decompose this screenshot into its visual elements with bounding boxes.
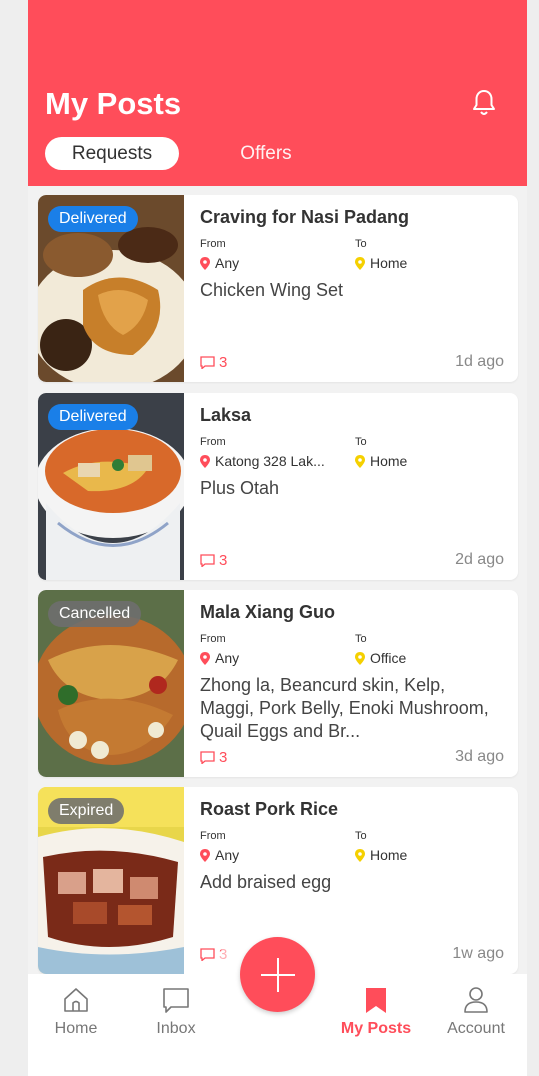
nav-home[interactable]: Home	[31, 986, 121, 1038]
status-badge: Cancelled	[48, 601, 142, 627]
post-title: Craving for Nasi Padang	[200, 207, 410, 227]
nav-inbox[interactable]: Inbox	[131, 986, 221, 1038]
to-location: Home	[355, 255, 407, 271]
status-badge: Delivered	[48, 206, 138, 232]
location-pin-icon	[200, 256, 210, 270]
post-title: Roast Pork Rice	[200, 799, 339, 819]
location-pin-icon	[355, 256, 365, 270]
post-time: 1w ago	[452, 945, 504, 962]
to-label: To	[355, 633, 367, 645]
post-description: Chicken Wing Set	[200, 280, 344, 300]
from-value: Katong 328 Lak...	[215, 453, 325, 469]
page-title: My Posts	[45, 86, 182, 121]
comment-count[interactable]: 3	[200, 354, 227, 371]
bookmark-icon	[366, 988, 386, 1013]
to-value: Home	[370, 255, 408, 271]
comment-count[interactable]: 3	[200, 749, 227, 766]
from-label: From	[200, 436, 226, 448]
post-description: Plus Otah	[200, 478, 280, 498]
plus-icon	[260, 957, 295, 992]
tab-requests[interactable]: Requests	[45, 137, 179, 170]
location-pin-icon	[200, 651, 210, 665]
from-location: Any	[200, 650, 239, 666]
location-pin-icon	[200, 848, 210, 862]
food-photo: Delivered	[38, 393, 184, 580]
comment-icon	[200, 356, 215, 369]
from-location: Any	[200, 255, 239, 271]
home-icon	[64, 988, 88, 1012]
location-pin-icon	[355, 454, 365, 468]
inbox-icon	[163, 988, 189, 1013]
status-badge: Delivered	[48, 404, 138, 430]
comment-icon	[200, 554, 215, 567]
comment-icon	[200, 751, 215, 764]
to-value: Office	[370, 650, 407, 666]
bell-icon[interactable]	[471, 88, 497, 118]
comment-icon	[200, 948, 215, 961]
from-label: From	[200, 238, 226, 250]
add-post-button[interactable]	[240, 937, 315, 1012]
from-location: Any	[200, 847, 239, 863]
to-label: To	[355, 436, 367, 448]
from-label: From	[200, 830, 226, 842]
food-photo: Expired	[38, 787, 184, 974]
to-label: To	[355, 238, 367, 250]
post-description: Zhong la, Beancurd skin, Kelp, Maggi, Po…	[200, 675, 489, 741]
location-pin-icon	[355, 651, 365, 665]
location-pin-icon	[200, 454, 210, 468]
post-title: Laksa	[200, 405, 252, 425]
from-location: Katong 328 Lak...	[200, 453, 325, 469]
nav-my-posts[interactable]: My Posts	[331, 986, 421, 1038]
post-card[interactable]: Delivered Laksa From To Katong 328 Lak..…	[38, 393, 518, 580]
to-location: Office	[355, 650, 406, 666]
from-value: Any	[215, 650, 240, 666]
app-screen: My Posts Requests Offers Delivered Cravi…	[28, 0, 527, 1076]
post-description: Add braised egg	[200, 872, 332, 892]
to-location: Home	[355, 847, 407, 863]
post-time: 1d ago	[455, 353, 504, 370]
post-card[interactable]: Cancelled Mala Xiang Guo From To Any Off…	[38, 590, 518, 777]
from-value: Any	[215, 255, 240, 271]
from-label: From	[200, 633, 226, 645]
comment-count[interactable]: 3	[200, 552, 227, 569]
to-label: To	[355, 830, 367, 842]
from-value: Any	[215, 847, 240, 863]
post-time: 2d ago	[455, 551, 504, 568]
to-value: Home	[370, 847, 408, 863]
post-title: Mala Xiang Guo	[200, 602, 336, 622]
location-pin-icon	[355, 848, 365, 862]
status-badge: Expired	[48, 798, 125, 824]
nav-account[interactable]: Account	[431, 986, 521, 1038]
post-card[interactable]: Delivered Craving for Nasi Padang From T…	[38, 195, 518, 382]
food-photo: Cancelled	[38, 590, 184, 777]
food-photo: Delivered	[38, 195, 184, 382]
post-time: 3d ago	[455, 748, 504, 765]
tab-offers[interactable]: Offers	[218, 137, 314, 170]
to-value: Home	[370, 453, 408, 469]
header: My Posts Requests Offers	[28, 0, 527, 186]
to-location: Home	[355, 453, 407, 469]
account-icon	[464, 987, 488, 1013]
